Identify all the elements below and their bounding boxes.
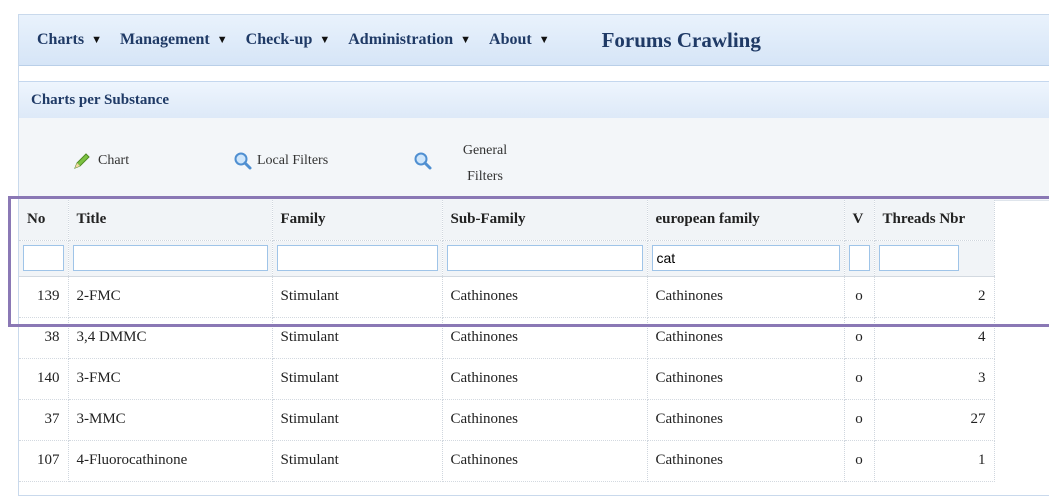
cell-no: 107 <box>19 440 69 482</box>
cell-sub-family: Cathinones <box>442 276 648 318</box>
filter-input-threads-nbr[interactable] <box>878 245 959 271</box>
column-header-family[interactable]: Family <box>272 200 443 241</box>
cell-threads-nbr: 4 <box>874 317 995 359</box>
panel-title: Charts per Substance <box>31 91 170 108</box>
cell-sub-family: Cathinones <box>442 317 648 359</box>
table-row[interactable]: 37 3-MMC Stimulant Cathinones Cathinones… <box>19 399 995 441</box>
cell-family: Stimulant <box>272 317 443 359</box>
cell-v: o <box>844 399 875 441</box>
cell-threads-nbr: 2 <box>874 276 995 318</box>
app-brand-title: Forums Crawling <box>601 27 761 52</box>
cell-threads-nbr: 27 <box>874 399 995 441</box>
top-menu-bar: Charts ▼ Management ▼ Check-up ▼ Adminis… <box>19 15 1049 66</box>
chart-button[interactable]: Chart <box>72 151 129 171</box>
column-header-sub-family[interactable]: Sub-Family <box>442 200 648 241</box>
cell-family: Stimulant <box>272 276 443 318</box>
general-filters-button[interactable]: General Filters <box>455 138 515 190</box>
menu-about[interactable]: About ▼ <box>489 31 550 49</box>
general-filters-label-line1: General <box>462 143 508 158</box>
chevron-down-icon: ▼ <box>91 34 102 46</box>
filter-input-v[interactable] <box>848 245 870 271</box>
menu-administration[interactable]: Administration ▼ <box>348 31 471 49</box>
local-filters-label: Local Filters <box>257 153 329 168</box>
menu-charts[interactable]: Charts ▼ <box>37 31 102 49</box>
table-filter-row <box>19 240 995 277</box>
search-icon <box>414 152 432 170</box>
chevron-down-icon: ▼ <box>216 34 228 46</box>
table-row[interactable]: 140 3-FMC Stimulant Cathinones Cathinone… <box>19 358 995 400</box>
menu-label: Charts <box>37 31 85 48</box>
table-row[interactable]: 38 3,4 DMMC Stimulant Cathinones Cathino… <box>19 317 995 359</box>
menu-label: Administration <box>348 31 454 48</box>
cell-european-family: Cathinones <box>647 317 845 359</box>
cell-no: 38 <box>19 317 69 359</box>
cell-title: 3,4 DMMC <box>68 317 273 359</box>
cell-v: o <box>844 317 875 359</box>
table-row[interactable]: 107 4-Fluorocathinone Stimulant Cathinon… <box>19 440 995 482</box>
local-filters-button[interactable]: Local Filters <box>233 151 328 171</box>
menu-label: Management <box>120 31 210 48</box>
cell-no: 140 <box>19 358 69 400</box>
cell-v: o <box>844 358 875 400</box>
cell-european-family: Cathinones <box>647 276 845 318</box>
cell-threads-nbr: 3 <box>874 358 995 400</box>
column-header-european-family[interactable]: european family <box>647 200 845 241</box>
pencil-icon <box>74 153 90 169</box>
cell-title: 3-MMC <box>68 399 273 441</box>
chevron-down-icon: ▼ <box>538 34 550 46</box>
general-filters-icon-button[interactable] <box>413 151 437 171</box>
column-header-title[interactable]: Title <box>68 200 273 241</box>
filter-input-family[interactable] <box>276 245 438 271</box>
chevron-down-icon: ▼ <box>460 34 472 46</box>
cell-title: 3-FMC <box>68 358 273 400</box>
chevron-down-icon: ▼ <box>319 34 331 46</box>
cell-v: o <box>844 440 875 482</box>
menu-check-up[interactable]: Check-up ▼ <box>246 31 331 49</box>
filter-input-no[interactable] <box>23 245 64 271</box>
cell-title: 2-FMC <box>68 276 273 318</box>
table-row[interactable]: 139 2-FMC Stimulant Cathinones Cathinone… <box>19 276 995 318</box>
search-icon <box>234 152 252 170</box>
toolbar: Chart Local Filters General Filters <box>19 118 1049 201</box>
cell-v: o <box>844 276 875 318</box>
menu-label: About <box>489 31 532 48</box>
column-header-no[interactable]: No <box>19 200 69 241</box>
filter-input-sub-family[interactable] <box>446 245 643 271</box>
cell-european-family: Cathinones <box>647 358 845 400</box>
general-filters-label-line2: Filters <box>467 169 503 184</box>
cell-sub-family: Cathinones <box>442 358 648 400</box>
cell-family: Stimulant <box>272 358 443 400</box>
cell-sub-family: Cathinones <box>442 440 648 482</box>
column-header-threads-nbr[interactable]: Threads Nbr <box>874 200 995 241</box>
table-header-row: No Title Family Sub-Family european fami… <box>19 200 995 241</box>
menu-management[interactable]: Management ▼ <box>120 31 228 49</box>
column-header-v[interactable]: V <box>844 200 875 241</box>
cell-family: Stimulant <box>272 440 443 482</box>
menu-label: Check-up <box>245 31 313 48</box>
substance-table: No Title Family Sub-Family european fami… <box>19 200 995 482</box>
cell-european-family: Cathinones <box>647 440 845 482</box>
app-frame: Charts ▼ Management ▼ Check-up ▼ Adminis… <box>18 14 1049 496</box>
cell-threads-nbr: 1 <box>874 440 995 482</box>
cell-no: 139 <box>19 276 69 318</box>
cell-family: Stimulant <box>272 399 443 441</box>
cell-european-family: Cathinones <box>647 399 845 441</box>
cell-no: 37 <box>19 399 69 441</box>
cell-title: 4-Fluorocathinone <box>68 440 273 482</box>
filter-input-european-family[interactable] <box>651 245 840 271</box>
cell-sub-family: Cathinones <box>442 399 648 441</box>
filter-input-title[interactable] <box>72 245 268 271</box>
panel-header: Charts per Substance <box>19 81 1049 119</box>
chart-button-label: Chart <box>98 153 130 168</box>
